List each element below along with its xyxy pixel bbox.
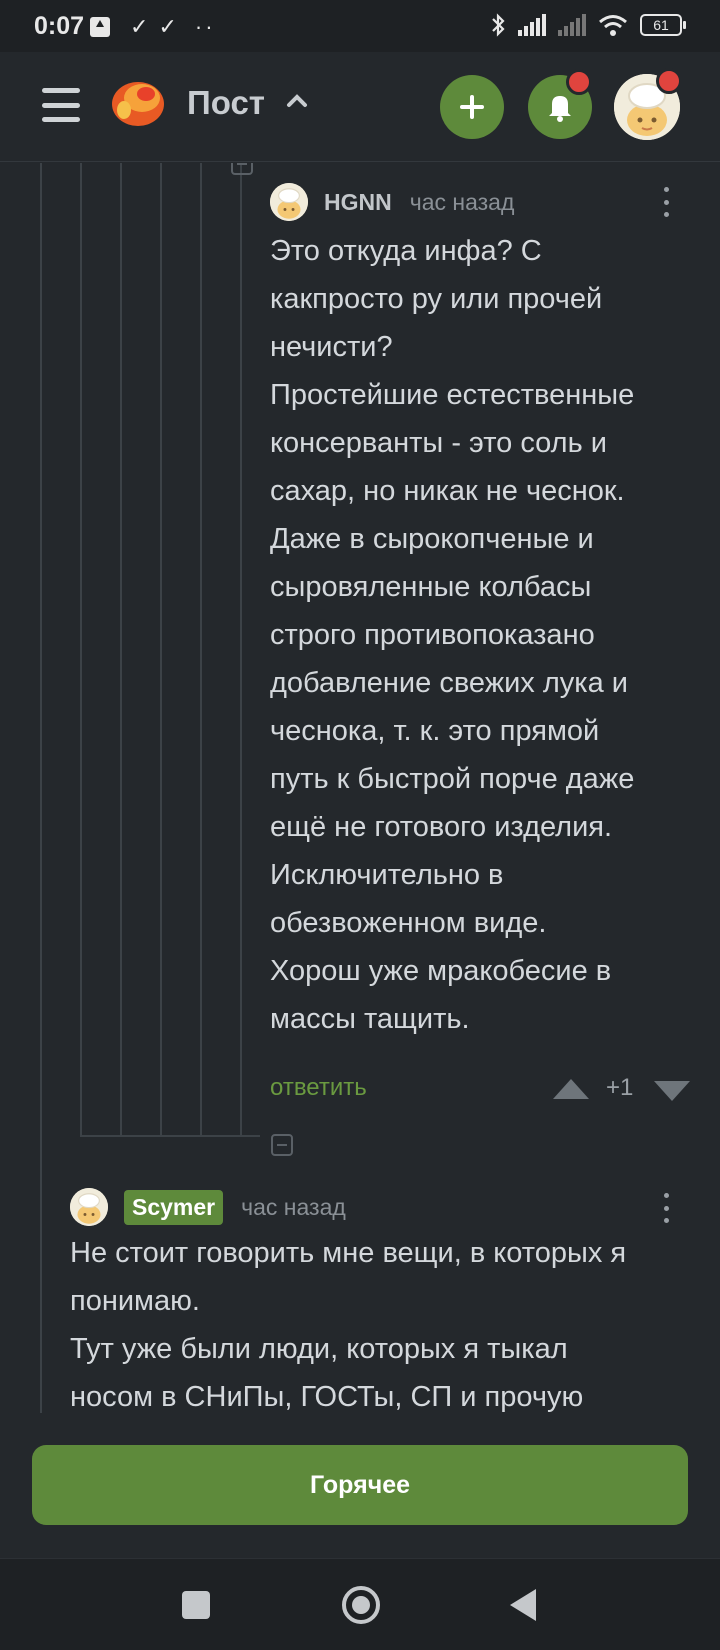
bluetooth-icon [492, 13, 505, 37]
status-time: 0:07 [34, 12, 85, 40]
upload-icon [90, 17, 110, 37]
comment-body: Не стоит говорить мне вещи, в которых я … [70, 1237, 627, 1413]
profile-badge [656, 68, 682, 94]
author-avatar[interactable] [70, 1188, 108, 1226]
notifications-button[interactable] [528, 69, 592, 139]
status-system-icons: 61 [490, 13, 686, 37]
author-avatar[interactable] [270, 183, 308, 221]
hot-button[interactable]: Горячее [32, 1445, 688, 1525]
comment-time[interactable]: час назад [241, 1194, 346, 1221]
check-icon: ✓ [158, 14, 177, 39]
comment-time[interactable]: час назад [410, 189, 515, 216]
thread-line[interactable] [120, 163, 122, 1136]
status-notification-icons: ✓ ✓ ·· [90, 14, 216, 40]
comment-header: Scymer час назад [70, 1188, 346, 1226]
more-vertical-icon[interactable] [662, 1193, 670, 1223]
thread-line[interactable] [40, 163, 42, 1413]
pikabu-logo-icon[interactable] [110, 74, 166, 130]
add-post-button[interactable] [440, 75, 504, 139]
check-icon: ✓ [130, 14, 149, 39]
downvote-icon[interactable] [654, 1081, 690, 1101]
back-icon[interactable] [510, 1589, 536, 1621]
hamburger-menu-icon[interactable] [42, 88, 80, 122]
thread-line[interactable] [240, 163, 242, 1136]
thread-line[interactable] [160, 163, 162, 1136]
comment-author[interactable]: HGNN [324, 189, 392, 216]
chevron-up-icon[interactable] [284, 88, 310, 114]
signal-secondary-icon [558, 14, 586, 36]
avatar-image [270, 183, 308, 221]
home-icon[interactable] [342, 1586, 380, 1624]
thread-connector [80, 1135, 260, 1137]
reply-link[interactable]: ответить [270, 1074, 367, 1102]
battery-icon: 61 [640, 14, 686, 36]
comment-body: Это откуда инфа? С какпросто ру или проч… [270, 235, 635, 1035]
more-notifications-icon: ·· [194, 14, 216, 39]
system-nav-bar [0, 1558, 720, 1650]
app-header: Пост [0, 52, 720, 162]
wifi-icon [599, 15, 627, 36]
thread-line[interactable] [200, 163, 202, 1136]
comment-header: HGNN час назад [270, 183, 514, 221]
comment-author[interactable]: Scymer [124, 1189, 224, 1225]
upvote-icon[interactable] [553, 1079, 589, 1099]
collapse-icon[interactable] [271, 1134, 293, 1156]
more-vertical-icon[interactable] [662, 187, 670, 217]
avatar-image [70, 1188, 108, 1226]
thread-line[interactable] [80, 163, 82, 1136]
recent-apps-icon[interactable] [182, 1591, 210, 1619]
comment-score: +1 [606, 1074, 634, 1101]
status-bar: 0:07 ✓ ✓ ·· 61 [0, 0, 720, 52]
notification-badge [566, 69, 592, 95]
comments-area: HGNN час назад Это откуда инфа? С какпро… [0, 163, 720, 1413]
signal-icon [518, 14, 546, 36]
collapse-icon[interactable] [231, 163, 253, 175]
page-title[interactable]: Пост [187, 84, 265, 122]
